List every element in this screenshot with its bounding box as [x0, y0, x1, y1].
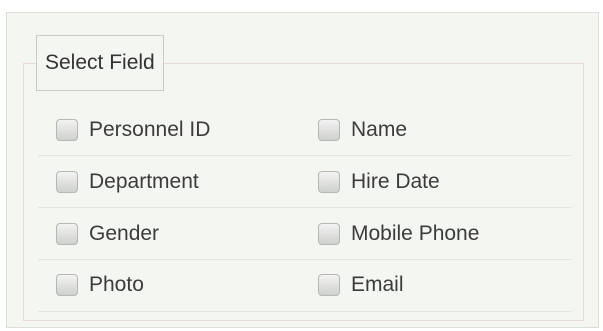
name-checkbox[interactable]: [318, 119, 340, 141]
field-label: Mobile Phone: [351, 222, 480, 245]
field-label: Hire Date: [351, 170, 440, 193]
gender-checkbox[interactable]: [56, 223, 78, 245]
row-divider: [38, 259, 572, 260]
department-checkbox[interactable]: [56, 171, 78, 193]
field-hire-date[interactable]: Hire Date: [318, 167, 440, 197]
field-label: Personnel ID: [89, 118, 211, 141]
personnel-id-checkbox[interactable]: [56, 119, 78, 141]
select-field-title: Select Field: [36, 35, 164, 91]
field-personnel-id[interactable]: Personnel ID: [56, 115, 210, 145]
field-label: Name: [351, 118, 408, 141]
field-label: Photo: [89, 273, 144, 296]
row-divider: [38, 207, 572, 208]
field-label: Department: [89, 170, 199, 193]
field-photo[interactable]: Photo: [56, 270, 144, 300]
field-email[interactable]: Email: [318, 270, 404, 300]
row-divider: [38, 155, 572, 156]
field-label: Email: [351, 273, 404, 296]
photo-checkbox[interactable]: [56, 274, 78, 296]
field-department[interactable]: Department: [56, 167, 199, 197]
row-divider: [38, 311, 572, 312]
field-label: Gender: [89, 222, 160, 245]
field-gender[interactable]: Gender: [56, 219, 159, 249]
email-checkbox[interactable]: [318, 274, 340, 296]
field-name[interactable]: Name: [318, 115, 407, 145]
field-mobile-phone[interactable]: Mobile Phone: [318, 219, 479, 249]
hire-date-checkbox[interactable]: [318, 171, 340, 193]
mobile-phone-checkbox[interactable]: [318, 223, 340, 245]
